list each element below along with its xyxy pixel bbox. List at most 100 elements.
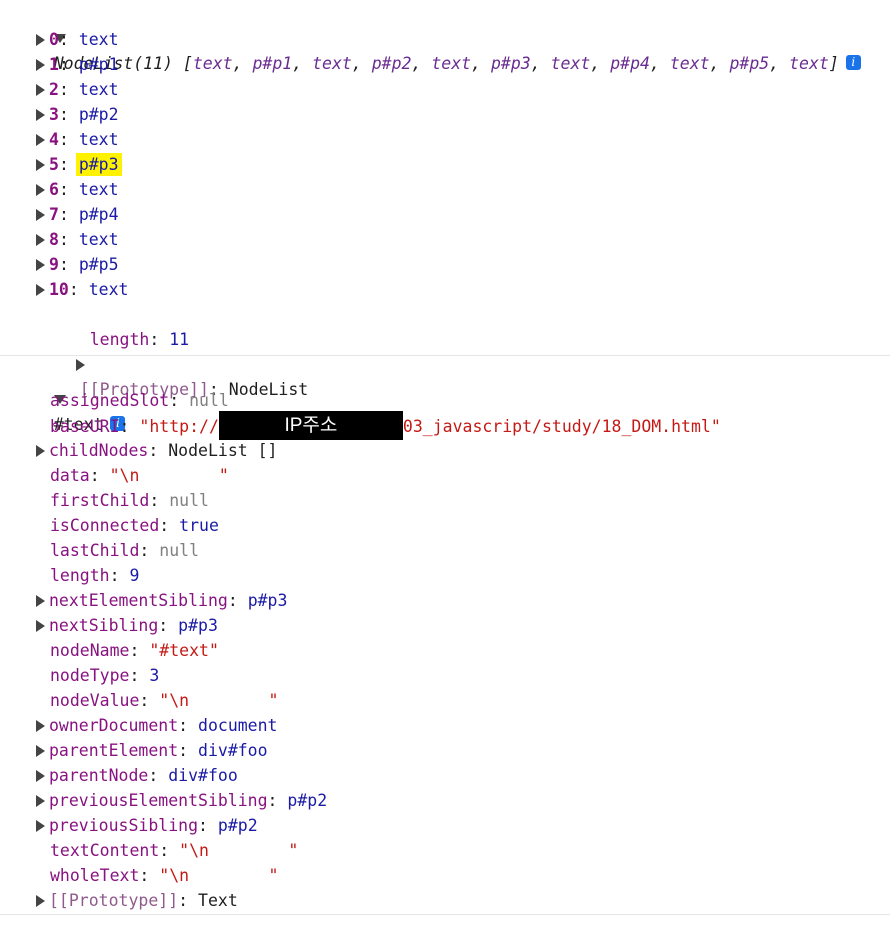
property-value: 3 <box>149 666 160 685</box>
preview-item: text <box>312 54 352 73</box>
property-row: assignedSlot: null <box>50 391 229 410</box>
preview-item: p#p2 <box>371 54 412 73</box>
nodelist-entry[interactable]: 0: text <box>36 27 119 52</box>
entry-index: 9 <box>49 255 59 274</box>
property-row[interactable]: previousElementSibling: p#p2 <box>36 788 327 813</box>
nodelist-group: NodeList(11) [text, p#p1, text, p#p2, te… <box>0 0 890 399</box>
property-value: "\n " <box>159 691 279 710</box>
nodelist-entry[interactable]: 6: text <box>36 177 119 202</box>
property-value: null <box>169 491 209 510</box>
expand-triangle-icon[interactable] <box>36 83 45 96</box>
property-row[interactable]: childNodes: NodeList [] <box>36 438 278 463</box>
expand-triangle-icon[interactable] <box>36 819 45 832</box>
expand-triangle-icon[interactable] <box>36 258 45 271</box>
property-key: parentNode <box>49 766 149 785</box>
expand-triangle-icon[interactable] <box>36 619 45 632</box>
nodelist-entry[interactable]: 7: p#p4 <box>36 202 119 227</box>
info-icon[interactable]: i <box>845 55 861 70</box>
expand-triangle-icon[interactable] <box>36 719 45 732</box>
property-row[interactable]: parentElement: div#foo <box>36 738 268 763</box>
expand-triangle-icon[interactable] <box>36 33 45 46</box>
entry-value: p#p4 <box>78 205 119 224</box>
entry-index: 3 <box>49 105 59 124</box>
textnode-header[interactable]: #text i <box>14 362 126 434</box>
property-value: NodeList [] <box>168 441 278 460</box>
property-row: length: 9 <box>50 566 140 585</box>
expand-triangle-icon[interactable] <box>36 233 45 246</box>
nodelist-prototype-row[interactable]: [[Prototype]]: NodeList <box>36 327 308 399</box>
property-key: isConnected <box>50 516 160 535</box>
nodelist-header[interactable]: NodeList(11) [text, p#p1, text, p#p2, te… <box>14 1 861 73</box>
nodelist-entry[interactable]: 10: text <box>36 277 129 302</box>
expand-triangle-icon[interactable] <box>36 744 45 757</box>
nodelist-entry[interactable]: 2: text <box>36 77 119 102</box>
nodelist-entry[interactable]: 5: p#p3 <box>36 152 122 177</box>
property-row: baseURI: "http://IP주소 03_javascript/study… <box>50 411 721 440</box>
preview-item: p#p1 <box>252 54 293 73</box>
redacted-ip: IP주소 <box>218 411 403 440</box>
expand-triangle-icon[interactable] <box>36 283 45 296</box>
property-value: "\n " <box>109 466 229 485</box>
property-row[interactable]: parentNode: div#foo <box>36 763 238 788</box>
property-value: p#p3 <box>247 591 288 610</box>
property-value: p#p2 <box>287 791 328 810</box>
nodelist-entry[interactable]: 4: text <box>36 127 119 152</box>
property-row: data: "\n " <box>50 466 229 485</box>
textnode-group: #text i assignedSlot: null baseURI: "http:… <box>0 356 890 915</box>
property-value: true <box>179 516 219 535</box>
property-row: nodeValue: "\n " <box>50 691 279 710</box>
expand-triangle-icon[interactable] <box>36 894 45 907</box>
property-key: firstChild <box>50 491 150 510</box>
expand-triangle-icon[interactable] <box>36 794 45 807</box>
property-key: baseURI <box>50 417 120 436</box>
property-row[interactable]: previousSibling: p#p2 <box>36 813 258 838</box>
expand-triangle-icon[interactable] <box>36 158 45 171</box>
property-key: lastChild <box>50 541 140 560</box>
property-row[interactable]: ownerDocument: document <box>36 713 278 738</box>
property-row[interactable]: [[Prototype]]: Text <box>36 888 238 913</box>
entry-value: text <box>78 30 119 49</box>
property-row: lastChild: null <box>50 541 200 560</box>
property-value: "http://IP주소 03_javascript/study/18_DOM.h… <box>139 411 721 440</box>
property-value: null <box>159 541 200 560</box>
entry-index: 10 <box>49 280 69 299</box>
property-row: textContent: "\n " <box>50 841 299 860</box>
property-row: wholeText: "\n " <box>50 866 279 885</box>
entry-value: p#p3 <box>75 153 122 176</box>
property-row[interactable]: nextElementSibling: p#p3 <box>36 588 287 613</box>
entry-index: 2 <box>49 80 59 99</box>
property-value: "#text" <box>149 641 219 660</box>
expand-triangle-icon[interactable] <box>36 58 45 71</box>
entry-value: p#p5 <box>78 255 119 274</box>
property-value: p#p2 <box>217 816 258 835</box>
property-row: nodeType: 3 <box>50 666 160 685</box>
expand-triangle-icon[interactable] <box>36 183 45 196</box>
property-value: null <box>189 391 229 410</box>
property-key: wholeText <box>50 866 140 885</box>
property-key: nextSibling <box>49 616 159 635</box>
expand-triangle-icon[interactable] <box>36 208 45 221</box>
entry-value: text <box>78 130 119 149</box>
property-row: nodeName: "#text" <box>50 641 219 660</box>
expand-triangle-icon[interactable] <box>36 769 45 782</box>
expand-triangle-icon[interactable] <box>36 594 45 607</box>
property-value: 9 <box>129 566 140 585</box>
nodelist-entry[interactable]: 3: p#p2 <box>36 102 119 127</box>
expand-triangle-icon[interactable] <box>36 444 45 457</box>
preview-item: text <box>789 54 829 73</box>
entry-value: text <box>78 180 119 199</box>
entry-value: text <box>78 80 119 99</box>
property-row[interactable]: nextSibling: p#p3 <box>36 613 218 638</box>
preview-item: text <box>550 54 591 73</box>
entry-index: 7 <box>49 205 59 224</box>
property-key: childNodes <box>49 441 149 460</box>
nodelist-entry[interactable]: 9: p#p5 <box>36 252 119 277</box>
property-value: div#foo <box>198 741 268 760</box>
preview-item: p#p4 <box>610 54 650 73</box>
nodelist-preview: text, p#p1, text, p#p2, text, p#p3, text… <box>192 54 829 73</box>
nodelist-entry[interactable]: 8: text <box>36 227 119 252</box>
expand-triangle-icon[interactable] <box>36 133 45 146</box>
nodelist-entry[interactable]: 1: p#p1 <box>36 52 119 77</box>
entry-value: p#p2 <box>78 105 119 124</box>
expand-triangle-icon[interactable] <box>36 108 45 121</box>
